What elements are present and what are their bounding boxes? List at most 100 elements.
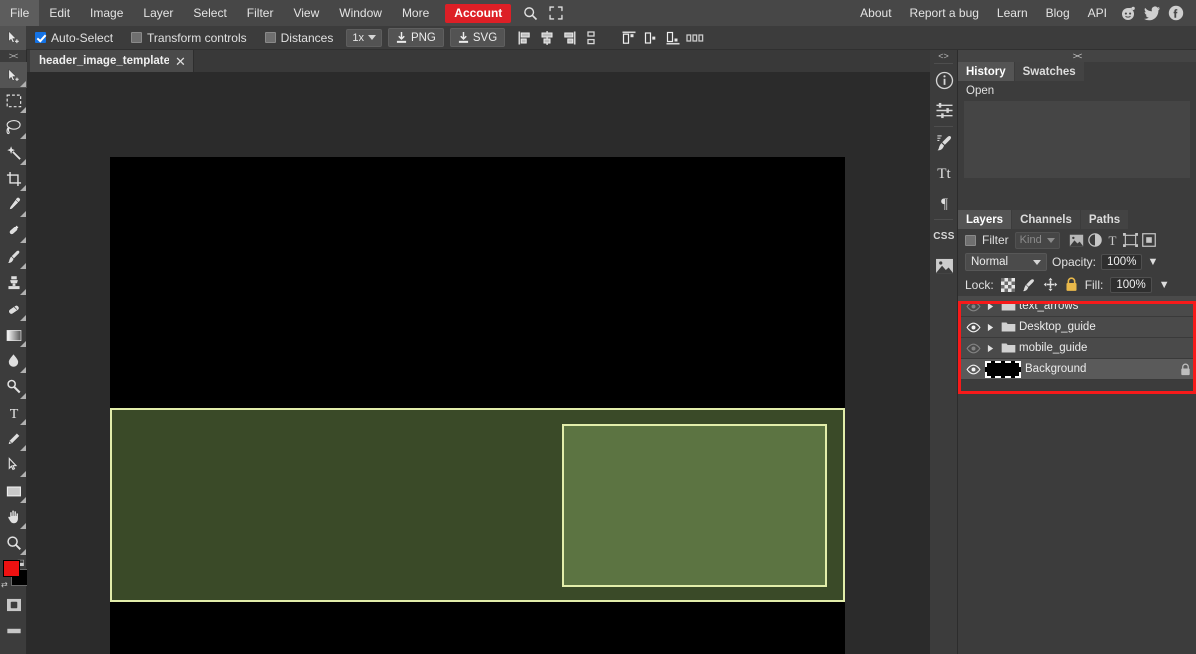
- adjustments-icon[interactable]: [930, 95, 958, 125]
- visibility-toggle-icon[interactable]: [963, 322, 983, 333]
- blur-tool[interactable]: [0, 348, 27, 374]
- character-icon[interactable]: Tt: [930, 158, 958, 188]
- twitter-icon[interactable]: [1140, 0, 1164, 26]
- layer-row-background[interactable]: Background: [958, 359, 1196, 380]
- rectangular-marquee-tool[interactable]: [0, 88, 27, 114]
- distribute-h-icon[interactable]: [685, 28, 705, 48]
- artboard[interactable]: [110, 157, 845, 654]
- align-center-h-icon[interactable]: [537, 28, 557, 48]
- menu-item-api[interactable]: API: [1079, 0, 1116, 26]
- move-tool[interactable]: [0, 62, 27, 88]
- layer-row-text-arrows[interactable]: text_arrows: [958, 296, 1196, 317]
- lock-all-icon[interactable]: [1065, 277, 1078, 292]
- visibility-toggle-icon[interactable]: [963, 364, 983, 375]
- type-tool[interactable]: T: [0, 400, 27, 426]
- filter-kind-select[interactable]: Kind: [1014, 231, 1060, 249]
- menu-item-edit[interactable]: Edit: [39, 0, 80, 26]
- document-tab[interactable]: header_image_template.ps ✕: [30, 50, 194, 72]
- magic-wand-tool[interactable]: [0, 140, 27, 166]
- paragraph-icon[interactable]: ¶: [930, 188, 958, 218]
- tab-layers[interactable]: Layers: [958, 210, 1012, 229]
- export-png-button[interactable]: PNG: [387, 28, 444, 47]
- brush-presets-icon[interactable]: [930, 128, 958, 158]
- facebook-icon[interactable]: [1164, 0, 1188, 26]
- menu-item-report-a-bug[interactable]: Report a bug: [901, 0, 988, 26]
- eyedropper-tool[interactable]: [0, 192, 27, 218]
- swap-colors-icon[interactable]: ⇄: [1, 580, 8, 589]
- align-middle-icon[interactable]: [641, 28, 661, 48]
- info-icon[interactable]: [930, 65, 958, 95]
- history-list-empty-area[interactable]: [964, 101, 1190, 178]
- filter-checkbox[interactable]: [965, 234, 976, 246]
- brush-tool[interactable]: [0, 244, 27, 270]
- dodge-tool[interactable]: [0, 374, 27, 400]
- reddit-icon[interactable]: [1116, 0, 1140, 26]
- lasso-tool[interactable]: [0, 114, 27, 140]
- visibility-toggle-icon[interactable]: [963, 301, 983, 312]
- move-tool-icon[interactable]: [0, 25, 26, 50]
- menu-item-select[interactable]: Select: [183, 0, 236, 26]
- path-selection-tool[interactable]: [0, 452, 27, 478]
- crop-tool[interactable]: [0, 166, 27, 192]
- align-bottom-icon[interactable]: [663, 28, 683, 48]
- account-button[interactable]: Account: [445, 3, 512, 23]
- layer-thumbnail[interactable]: [985, 360, 1021, 378]
- clone-stamp-tool[interactable]: [0, 270, 27, 296]
- tab-history[interactable]: History: [958, 62, 1014, 81]
- quick-mask-icon[interactable]: [0, 592, 27, 618]
- menu-item-about[interactable]: About: [851, 0, 900, 26]
- panel-collapse-icon[interactable]: ><: [958, 50, 1196, 62]
- menu-item-window[interactable]: Window: [329, 0, 392, 26]
- menu-item-layer[interactable]: Layer: [133, 0, 183, 26]
- opacity-value[interactable]: 100%: [1101, 254, 1143, 270]
- distribute-v-icon[interactable]: [581, 28, 601, 48]
- expand-group-icon[interactable]: [983, 344, 997, 353]
- menu-item-blog[interactable]: Blog: [1037, 0, 1079, 26]
- css-icon[interactable]: CSS: [930, 221, 958, 251]
- hand-tool[interactable]: [0, 504, 27, 530]
- layers-panel-empty-area[interactable]: [958, 394, 1196, 654]
- expand-group-icon[interactable]: [983, 302, 997, 311]
- fill-dropdown-icon[interactable]: ▼: [1159, 279, 1170, 291]
- distances-box[interactable]: [264, 32, 276, 43]
- screen-mode-icon[interactable]: [0, 618, 27, 644]
- zoom-tool[interactable]: [0, 530, 27, 556]
- lock-image-icon[interactable]: [1022, 278, 1036, 292]
- eraser-tool[interactable]: [0, 296, 27, 322]
- zoom-level-select[interactable]: 1x: [346, 28, 382, 47]
- menu-item-learn[interactable]: Learn: [988, 0, 1037, 26]
- menu-item-file[interactable]: File: [0, 0, 40, 26]
- tab-channels[interactable]: Channels: [1012, 210, 1080, 229]
- export-svg-button[interactable]: SVG: [449, 28, 506, 47]
- layer-row-desktop-guide[interactable]: Desktop_guide: [958, 317, 1196, 338]
- pen-tool[interactable]: [0, 426, 27, 452]
- lock-position-icon[interactable]: [1043, 277, 1058, 292]
- color-swatches[interactable]: ⬓ ⇄: [0, 558, 28, 592]
- auto-select-box[interactable]: [35, 32, 46, 43]
- healing-brush-tool[interactable]: [0, 218, 27, 244]
- menu-item-image[interactable]: Image: [80, 0, 133, 26]
- transform-controls-box[interactable]: [131, 32, 143, 43]
- align-left-icon[interactable]: [515, 28, 535, 48]
- distances-checkbox[interactable]: Distances: [256, 26, 343, 50]
- fullscreen-icon[interactable]: [543, 0, 569, 26]
- image-icon[interactable]: [930, 251, 958, 281]
- auto-select-checkbox[interactable]: Auto-Select: [26, 26, 122, 50]
- close-icon[interactable]: ✕: [175, 55, 186, 68]
- tab-swatches[interactable]: Swatches: [1014, 62, 1084, 81]
- expand-group-icon[interactable]: [983, 323, 997, 332]
- lock-transparency-icon[interactable]: [1000, 277, 1015, 292]
- history-item-open[interactable]: Open: [958, 81, 1196, 101]
- blend-mode-select[interactable]: Normal: [965, 253, 1047, 271]
- tab-paths[interactable]: Paths: [1080, 210, 1129, 229]
- visibility-toggle-icon[interactable]: [963, 343, 983, 354]
- guide-band-rectangle[interactable]: [110, 408, 845, 602]
- gradient-tool[interactable]: [0, 322, 27, 348]
- menu-item-more[interactable]: More: [392, 0, 439, 26]
- align-right-icon[interactable]: [559, 28, 579, 48]
- foreground-color-swatch[interactable]: [3, 560, 20, 577]
- opacity-dropdown-icon[interactable]: ▼: [1147, 256, 1158, 268]
- shape-tool[interactable]: [0, 478, 27, 504]
- align-top-icon[interactable]: [619, 28, 639, 48]
- layer-row-mobile-guide[interactable]: mobile_guide: [958, 338, 1196, 359]
